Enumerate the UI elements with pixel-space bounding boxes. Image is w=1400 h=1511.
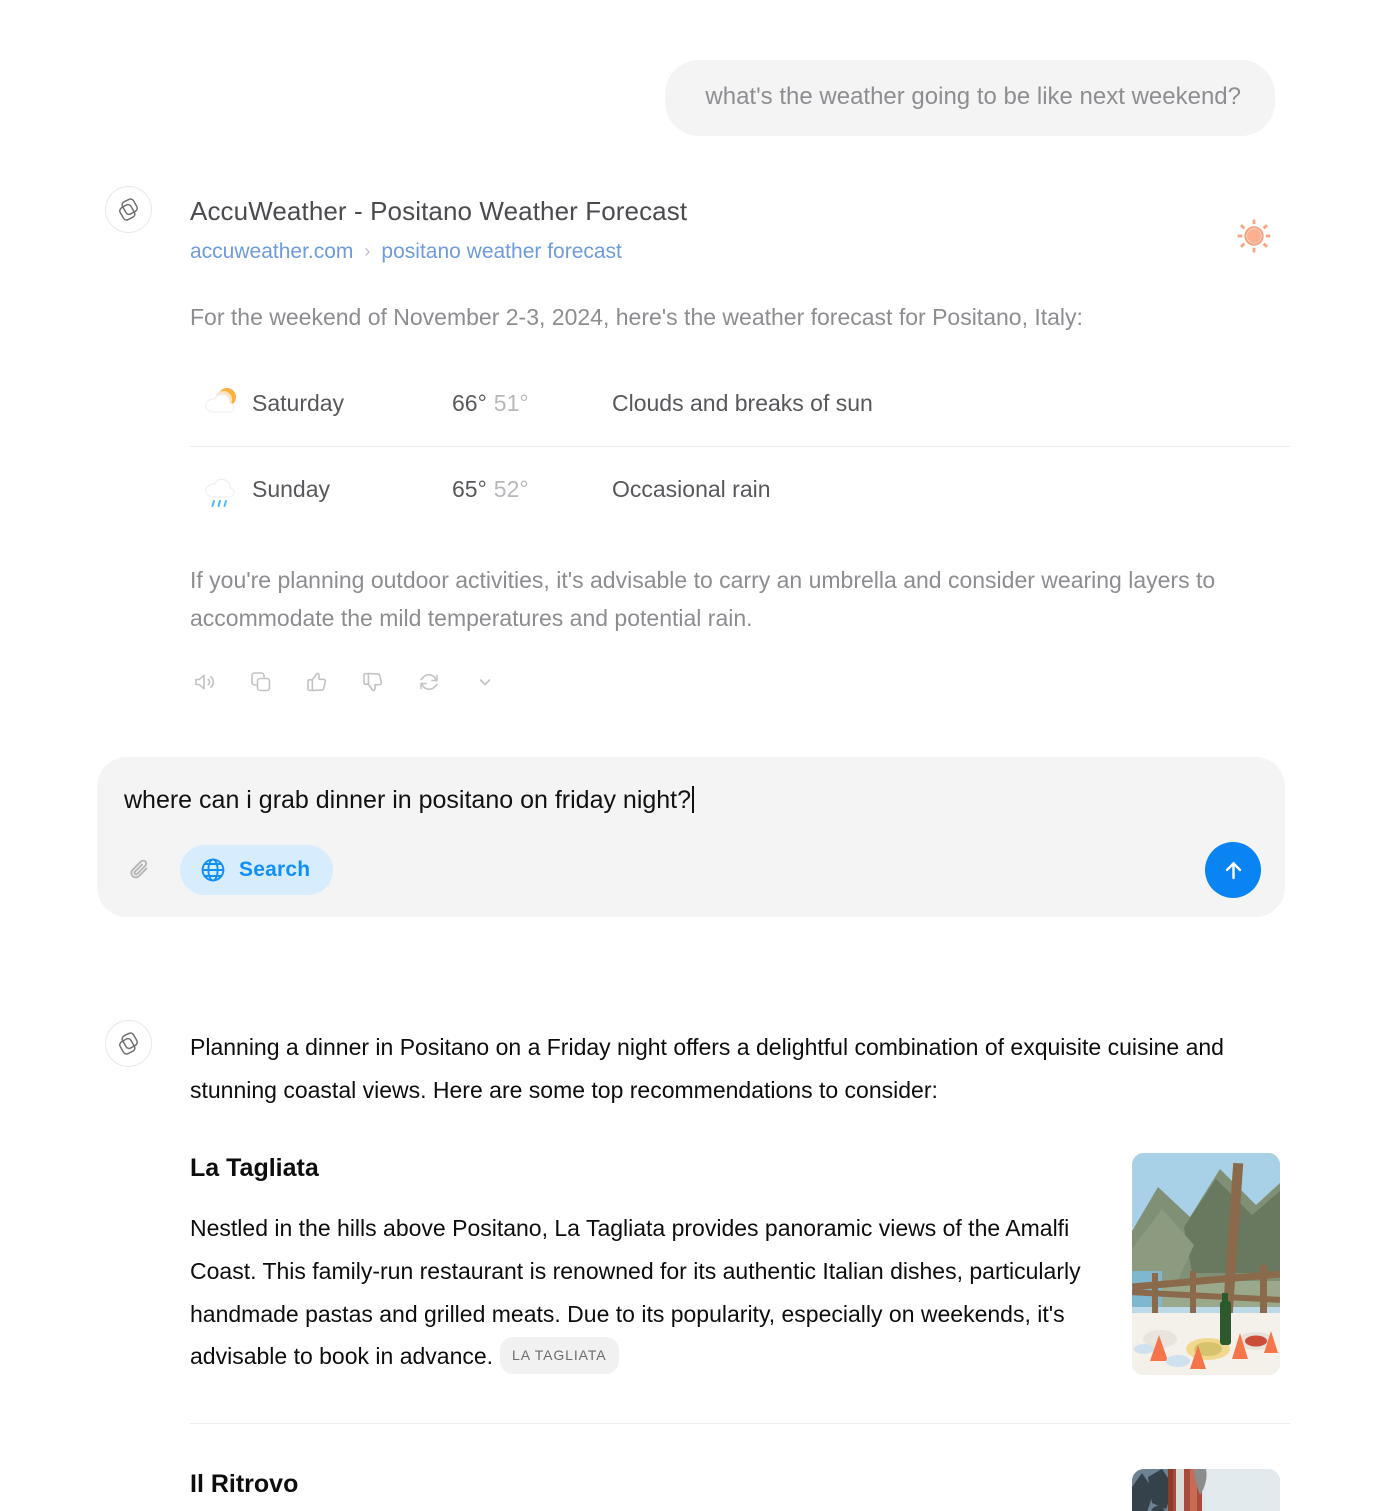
message-actions [190,667,1290,697]
regenerate-icon[interactable] [414,667,444,697]
read-aloud-icon[interactable] [190,667,220,697]
chat-page: what's the weather going to be like next… [0,0,1400,1511]
forecast-low: 51° [493,389,529,416]
restaurant-name: La Tagliata [190,1154,319,1183]
cloud-sun-icon [190,380,252,426]
breadcrumb-path[interactable]: positano weather forecast [381,239,621,264]
restaurant-thumbnail[interactable] [1132,1153,1280,1376]
composer-text-display: where can i grab dinner in positano on f… [124,785,695,815]
assistant-avatar [105,1020,152,1067]
paperclip-icon[interactable] [124,853,158,887]
restaurant-entry: La Tagliata Nestled in the hills above P… [190,1153,1290,1378]
openai-logo-icon [119,1032,138,1055]
thumbs-down-icon[interactable] [358,667,388,697]
citation-badge[interactable]: LA TAGLIATA [500,1337,619,1375]
forecast-intro: For the weekend of November 2-3, 2024, h… [190,304,1083,331]
forecast-high: 66° [452,389,487,416]
weather-card: AccuWeather - Positano Weather Forecast … [190,196,1290,697]
search-toggle-button[interactable]: Search [180,845,334,895]
copy-icon[interactable] [246,667,276,697]
breadcrumb: accuweather.com › positano weather forec… [190,239,1290,264]
restaurant-name: Il Ritrovo [190,1470,299,1499]
assistant-dinner-message: Planning a dinner in Positano on a Frida… [105,1020,1290,1511]
forecast-advice: If you're planning outdoor activities, i… [190,567,1216,631]
text-caret [692,786,695,813]
forecast-row: Saturday 66° 51° Clouds and breaks of sun [190,360,1290,446]
dinner-content: Planning a dinner in Positano on a Frida… [190,1026,1290,1511]
dinner-intro: Planning a dinner in Positano on a Frida… [190,1034,1224,1103]
forecast-day: Sunday [252,476,331,503]
user-message-bubble: what's the weather going to be like next… [665,60,1275,136]
restaurant-entry: Il Ritrovo Located in the heart of Posit… [190,1423,1290,1511]
user-message-row: what's the weather going to be like next… [0,60,1400,136]
chevron-right-icon: › [364,240,371,261]
composer-input[interactable]: where can i grab dinner in positano on f… [124,786,691,814]
forecast-temps: 66° 51° [452,390,612,417]
send-button[interactable] [1205,842,1261,898]
forecast-day: Saturday [252,389,345,416]
chevron-down-icon[interactable] [470,667,500,697]
thumbs-up-icon[interactable] [302,667,332,697]
cloud-rain-icon [190,467,252,513]
breadcrumb-domain[interactable]: accuweather.com [190,239,353,264]
arrow-up-icon [1225,861,1241,879]
globe-icon [201,858,225,882]
forecast-row: Sunday 65° 52° Occasional rain [190,446,1290,532]
forecast-high: 65° [452,476,487,503]
source-title: AccuWeather - Positano Weather Forecast [190,196,688,226]
sun-icon [1236,218,1272,254]
forecast-description: Clouds and breaks of sun [612,389,873,416]
openai-logo-icon [119,198,138,221]
forecast-temps: 65° 52° [452,476,612,503]
restaurant-thumbnail[interactable] [1132,1469,1280,1511]
restaurant-description-text: Nestled in the hills above Positano, La … [190,1215,1081,1370]
composer-toolbar: Search [97,823,1285,917]
forecast-table: Saturday 66° 51° Clouds and breaks of sun [190,360,1290,532]
assistant-avatar [105,186,152,233]
restaurant-description: Nestled in the hills above Positano, La … [190,1207,1100,1378]
message-composer[interactable]: where can i grab dinner in positano on f… [97,757,1285,917]
terrace-dining-photo [1132,1153,1280,1376]
search-toggle-label: Search [239,858,311,881]
forecast-low: 52° [493,476,529,503]
coastal-sunset-photo [1132,1469,1280,1511]
forecast-description: Occasional rain [612,476,771,503]
assistant-weather-message: AccuWeather - Positano Weather Forecast … [105,186,1290,697]
